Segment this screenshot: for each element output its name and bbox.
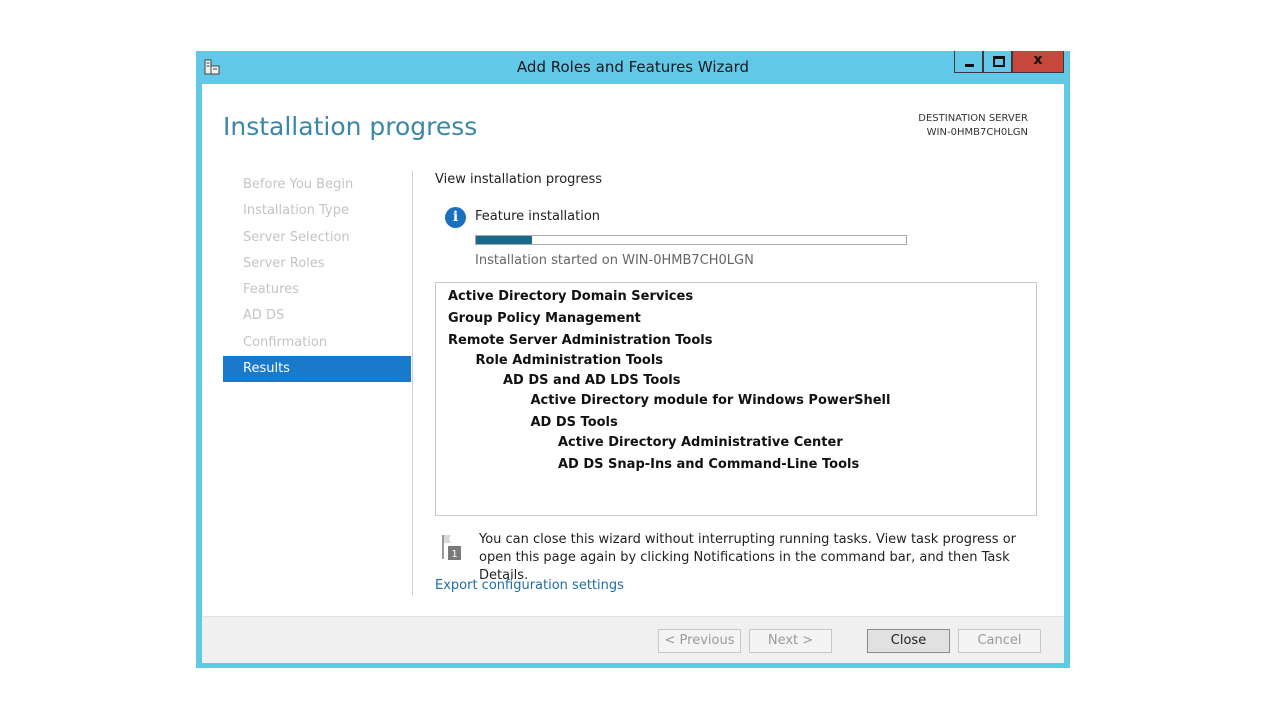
result-item: AD DS Snap-Ins and Command-Line Tools xyxy=(558,457,860,472)
view-progress-label: View installation progress xyxy=(435,172,603,187)
installation-progress-bar xyxy=(475,235,907,245)
result-item: Active Directory module for Windows Powe… xyxy=(530,393,891,408)
result-item: AD DS Tools xyxy=(530,415,618,430)
result-item: Group Policy Management xyxy=(448,311,641,326)
feature-installation-label: Feature installation xyxy=(475,209,601,224)
wizard-steps-nav: Before You Begin Installation Type Serve… xyxy=(223,172,411,383)
result-item: Active Directory Domain Services xyxy=(448,289,694,304)
step-installation-type: Installation Type xyxy=(243,203,349,219)
step-features: Features xyxy=(243,282,299,298)
result-item: Role Administration Tools xyxy=(475,353,664,368)
wizard-footer: < Previous Next > Close Cancel xyxy=(202,616,1064,663)
maximize-button[interactable] xyxy=(983,51,1012,73)
title-bar[interactable]: Add Roles and Features Wizard x xyxy=(196,51,1070,84)
page-title: Installation progress xyxy=(223,112,478,141)
step-confirmation: Confirmation xyxy=(243,334,328,350)
minimize-button[interactable] xyxy=(954,51,983,73)
window-title: Add Roles and Features Wizard xyxy=(516,58,750,76)
previous-button[interactable]: < Previous xyxy=(658,629,741,653)
wizard-window: Add Roles and Features Wizard x Installa… xyxy=(196,51,1070,668)
export-configuration-link[interactable]: Export configuration settings xyxy=(435,578,624,593)
maximize-icon xyxy=(993,56,1005,67)
installation-started-text: Installation started on WIN-0HMB7CH0LGN xyxy=(475,253,754,268)
minimize-icon xyxy=(965,64,974,67)
cancel-button[interactable]: Cancel xyxy=(958,629,1041,653)
result-item: Active Directory Administrative Center xyxy=(558,435,843,450)
step-before-you-begin: Before You Begin xyxy=(243,177,354,192)
destination-server-name: WIN-0HMB7CH0LGN xyxy=(926,127,1028,138)
close-icon: x xyxy=(1033,52,1043,68)
progress-fill xyxy=(476,236,532,244)
wizard-client-area: Installation progress DESTINATION SERVER… xyxy=(202,84,1064,663)
results-list[interactable]: Active Directory Domain Services Group Po… xyxy=(435,282,1037,516)
close-button[interactable]: Close xyxy=(867,629,950,653)
result-item: AD DS and AD LDS Tools xyxy=(503,373,681,388)
next-button[interactable]: Next > xyxy=(749,629,832,653)
step-results[interactable]: Results xyxy=(223,356,411,383)
step-ad-ds: AD DS xyxy=(243,308,285,324)
nav-divider xyxy=(412,171,413,595)
close-window-button[interactable]: x xyxy=(1012,51,1064,73)
flag-number: 1 xyxy=(451,549,457,560)
close-wizard-note: You can close this wizard without interr… xyxy=(479,532,1016,583)
step-server-roles: Server Roles xyxy=(243,255,325,271)
info-icon: i xyxy=(445,207,466,228)
notification-flag-icon: 1 xyxy=(442,535,461,560)
step-server-selection: Server Selection xyxy=(243,229,350,245)
result-item: Remote Server Administration Tools xyxy=(448,333,713,348)
destination-server-info: DESTINATION SERVER WIN-0HMB7CH0LGN xyxy=(918,112,1028,140)
destination-label: DESTINATION SERVER xyxy=(918,113,1028,124)
